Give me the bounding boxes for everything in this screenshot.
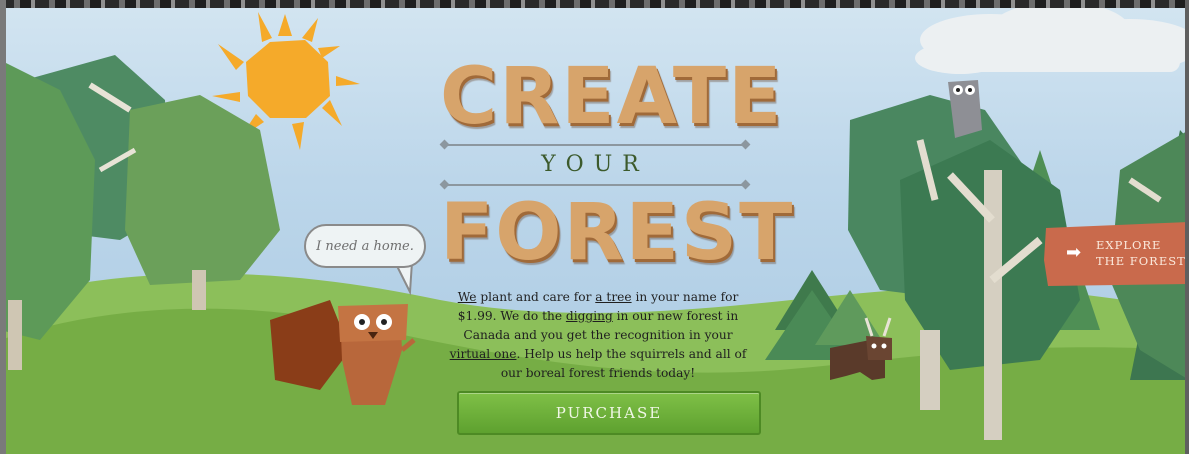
- speech-bubble: I need a home.: [304, 224, 426, 268]
- torn-edge-top: [0, 0, 1189, 8]
- purchase-label: PURCHASE: [555, 404, 663, 422]
- explore-label: EXPLORE THE FOREST: [1096, 237, 1186, 269]
- description: We plant and care for a tree in your nam…: [448, 288, 748, 383]
- explore-forest-button[interactable]: ➡ EXPLORE THE FOREST: [1044, 227, 1189, 283]
- title-your: YOUR: [541, 152, 649, 177]
- description-link-tree[interactable]: a tree: [595, 290, 631, 304]
- divider-bottom: [444, 184, 746, 186]
- description-text: . Help us help the squirrels and all of …: [500, 347, 747, 380]
- cloud-icon: [915, 2, 1189, 74]
- speech-bubble-text: I need a home.: [316, 238, 414, 254]
- description-link-we[interactable]: We: [458, 290, 477, 304]
- hero-banner: CREATE YOUR FOREST I need a home. We pla…: [0, 0, 1189, 454]
- divider-top: [444, 144, 746, 146]
- explore-label-line2: THE FOREST: [1096, 254, 1186, 268]
- purchase-button[interactable]: PURCHASE: [457, 391, 761, 435]
- arrow-right-icon: ➡: [1066, 242, 1082, 263]
- description-text: plant and care for: [476, 290, 596, 304]
- title-create: CREATE: [440, 52, 784, 142]
- description-link-virtual[interactable]: virtual one: [450, 347, 517, 361]
- description-link-digging[interactable]: digging: [566, 309, 613, 323]
- edge-left: [0, 0, 6, 454]
- explore-label-line1: EXPLORE: [1096, 238, 1162, 252]
- title-forest: FOREST: [440, 188, 795, 278]
- headline: CREATE YOUR FOREST: [440, 52, 795, 278]
